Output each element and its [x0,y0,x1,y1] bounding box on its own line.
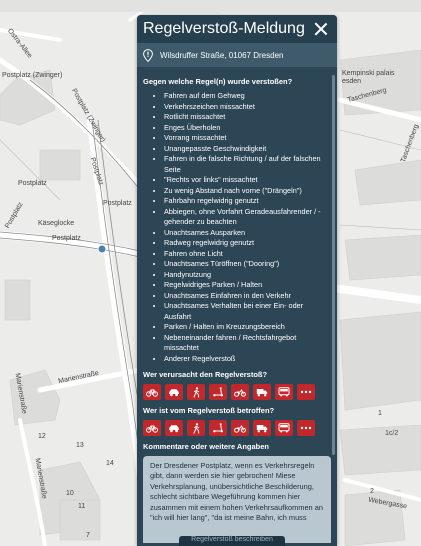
panel-title: Regelverstoß-Meldung [143,20,305,37]
rule-item[interactable]: Fahren ohne Licht [164,249,331,260]
close-button[interactable] [313,21,329,37]
car-icon [169,424,179,432]
cause-motorcycle-button[interactable] [231,384,249,400]
house-number-7: 7 [86,532,90,539]
comment-textarea[interactable]: Der Dresdener Postplatz, wenn es Verkehr… [143,456,331,543]
affected-truck-button[interactable] [253,420,271,436]
report-panel: Regelverstoß-Meldung Wilsdruffer Straße,… [137,15,337,546]
affected-motorcycle-button[interactable] [231,420,249,436]
street-label-postplatz-3: Postplatz [103,200,132,207]
rule-item[interactable]: Radweg regelwidrig genutzt [164,238,331,249]
bicycle-icon [146,389,158,397]
panel-scrollbar[interactable] [332,75,335,455]
panel-header: Regelverstoß-Meldung [137,15,337,43]
rules-list: Fahren auf dem Gehweg Verkehrszeichen mi… [143,91,331,364]
address-text: Wilsdruffer Straße, 01067 Dresden [160,50,284,60]
car-icon [169,388,179,396]
rule-item[interactable]: Fahrbahn regelwidrig genutzt [164,196,331,207]
rule-item[interactable]: Fahren auf dem Gehweg [164,91,331,102]
house-number-1: 1 [378,410,382,417]
truck-icon [256,388,268,396]
affected-bicycle-button[interactable] [143,420,161,436]
rule-item[interactable]: Regelwidriges Parken / Halten [164,280,331,291]
cause-bicycle-button[interactable] [143,384,161,400]
rules-heading: Gegen welche Regel(n) wurde verstoßen? [143,77,293,86]
rule-item[interactable]: Unangepasste Geschwindigkeit [164,144,331,155]
cause-heading: Wer verursacht den Regelverstoß? [143,370,268,379]
rule-item[interactable]: Unachtsames Verhalten bei einer Ein- ode… [164,301,331,322]
panel-content[interactable]: Gegen welche Regel(n) wurde verstoßen? F… [137,67,337,543]
rule-item[interactable]: Enges Überholen [164,123,331,134]
bus-icon [278,387,290,397]
affected-kick-scooter-button[interactable] [209,420,227,436]
house-number-11: 11 [78,503,86,510]
place-label-kempinski: Kempinski palais esden [342,70,395,85]
affected-car-button[interactable] [165,420,183,436]
rule-item[interactable]: Unachtsames Einfahren in den Verkehr [164,291,331,302]
rule-item[interactable]: Vorrang missachtet [164,133,331,144]
cause-pedestrian-button[interactable] [187,384,205,400]
location-pin-icon [143,48,153,62]
cause-vehicle-buttons [143,384,331,400]
affected-bus-button[interactable] [275,420,293,436]
rule-item[interactable]: Rotlicht missachtet [164,112,331,123]
rule-item[interactable]: Nebeneinander fahren / Rechtsfahrgebot m… [164,333,331,354]
bus-icon [278,423,290,433]
rule-item[interactable]: Fahren in die falsche Richtung / auf der… [164,154,331,175]
cause-bus-button[interactable] [275,384,293,400]
truck-icon [256,424,268,432]
bicycle-icon [146,425,158,433]
cause-car-button[interactable] [165,384,183,400]
more-icon [300,426,312,430]
submit-button[interactable]: Regelverstoß beschreiben [179,536,285,546]
house-number-13: 13 [76,442,84,449]
house-number-14: 14 [106,460,114,467]
affected-more-button[interactable] [297,420,315,436]
affected-heading: Wer ist vom Regelverstoß betroffen? [143,406,275,415]
rule-item[interactable]: Unachtsames Ausparken [164,228,331,239]
street-label-postplatz-2: Postplatz [18,180,47,187]
rule-item[interactable]: Verkehrszeichen missachtet [164,102,331,113]
more-icon [300,390,312,394]
house-number-2: 2 [370,488,374,495]
house-number-10: 10 [66,490,74,497]
cause-kick-scooter-button[interactable] [209,384,227,400]
kick-scooter-icon [213,387,223,397]
rule-item[interactable]: Abbiegen, ohne Vorfahrt Geradeausfahrend… [164,207,331,228]
affected-vehicle-buttons [143,420,331,436]
stop-label-zwinger: Postplatz (Zwinger) [2,72,63,79]
motorcycle-icon [234,388,246,397]
place-label-kaeseglocke: Käseglocke [38,220,75,227]
rule-item[interactable]: Anderer Regelverstoß [164,354,331,365]
rule-item[interactable]: Unachtsames Türöffnen ("Dooring") [164,259,331,270]
address-bar: Wilsdruffer Straße, 01067 Dresden [137,43,337,67]
motorcycle-icon [234,424,246,433]
rule-item[interactable]: Zu wenig Abstand nach vorne ("Drängeln") [164,186,331,197]
street-label-postplatz-4: Postplatz [52,235,81,242]
rule-item[interactable]: "Rechts vor links" missachtet [164,175,331,186]
rule-item[interactable]: Handynutzung [164,270,331,281]
cause-more-button[interactable] [297,384,315,400]
house-number-1c2: 1c/2 [385,430,399,437]
pedestrian-icon [192,386,199,398]
pedestrian-icon [192,422,199,434]
rule-item[interactable]: Parken / Halten im Kreuzungsbereich [164,322,331,333]
affected-pedestrian-button[interactable] [187,420,205,436]
house-number-12: 12 [38,433,46,440]
kick-scooter-icon [213,423,223,433]
cause-truck-button[interactable] [253,384,271,400]
comments-heading: Kommentare oder weitere Angaben [143,442,270,451]
